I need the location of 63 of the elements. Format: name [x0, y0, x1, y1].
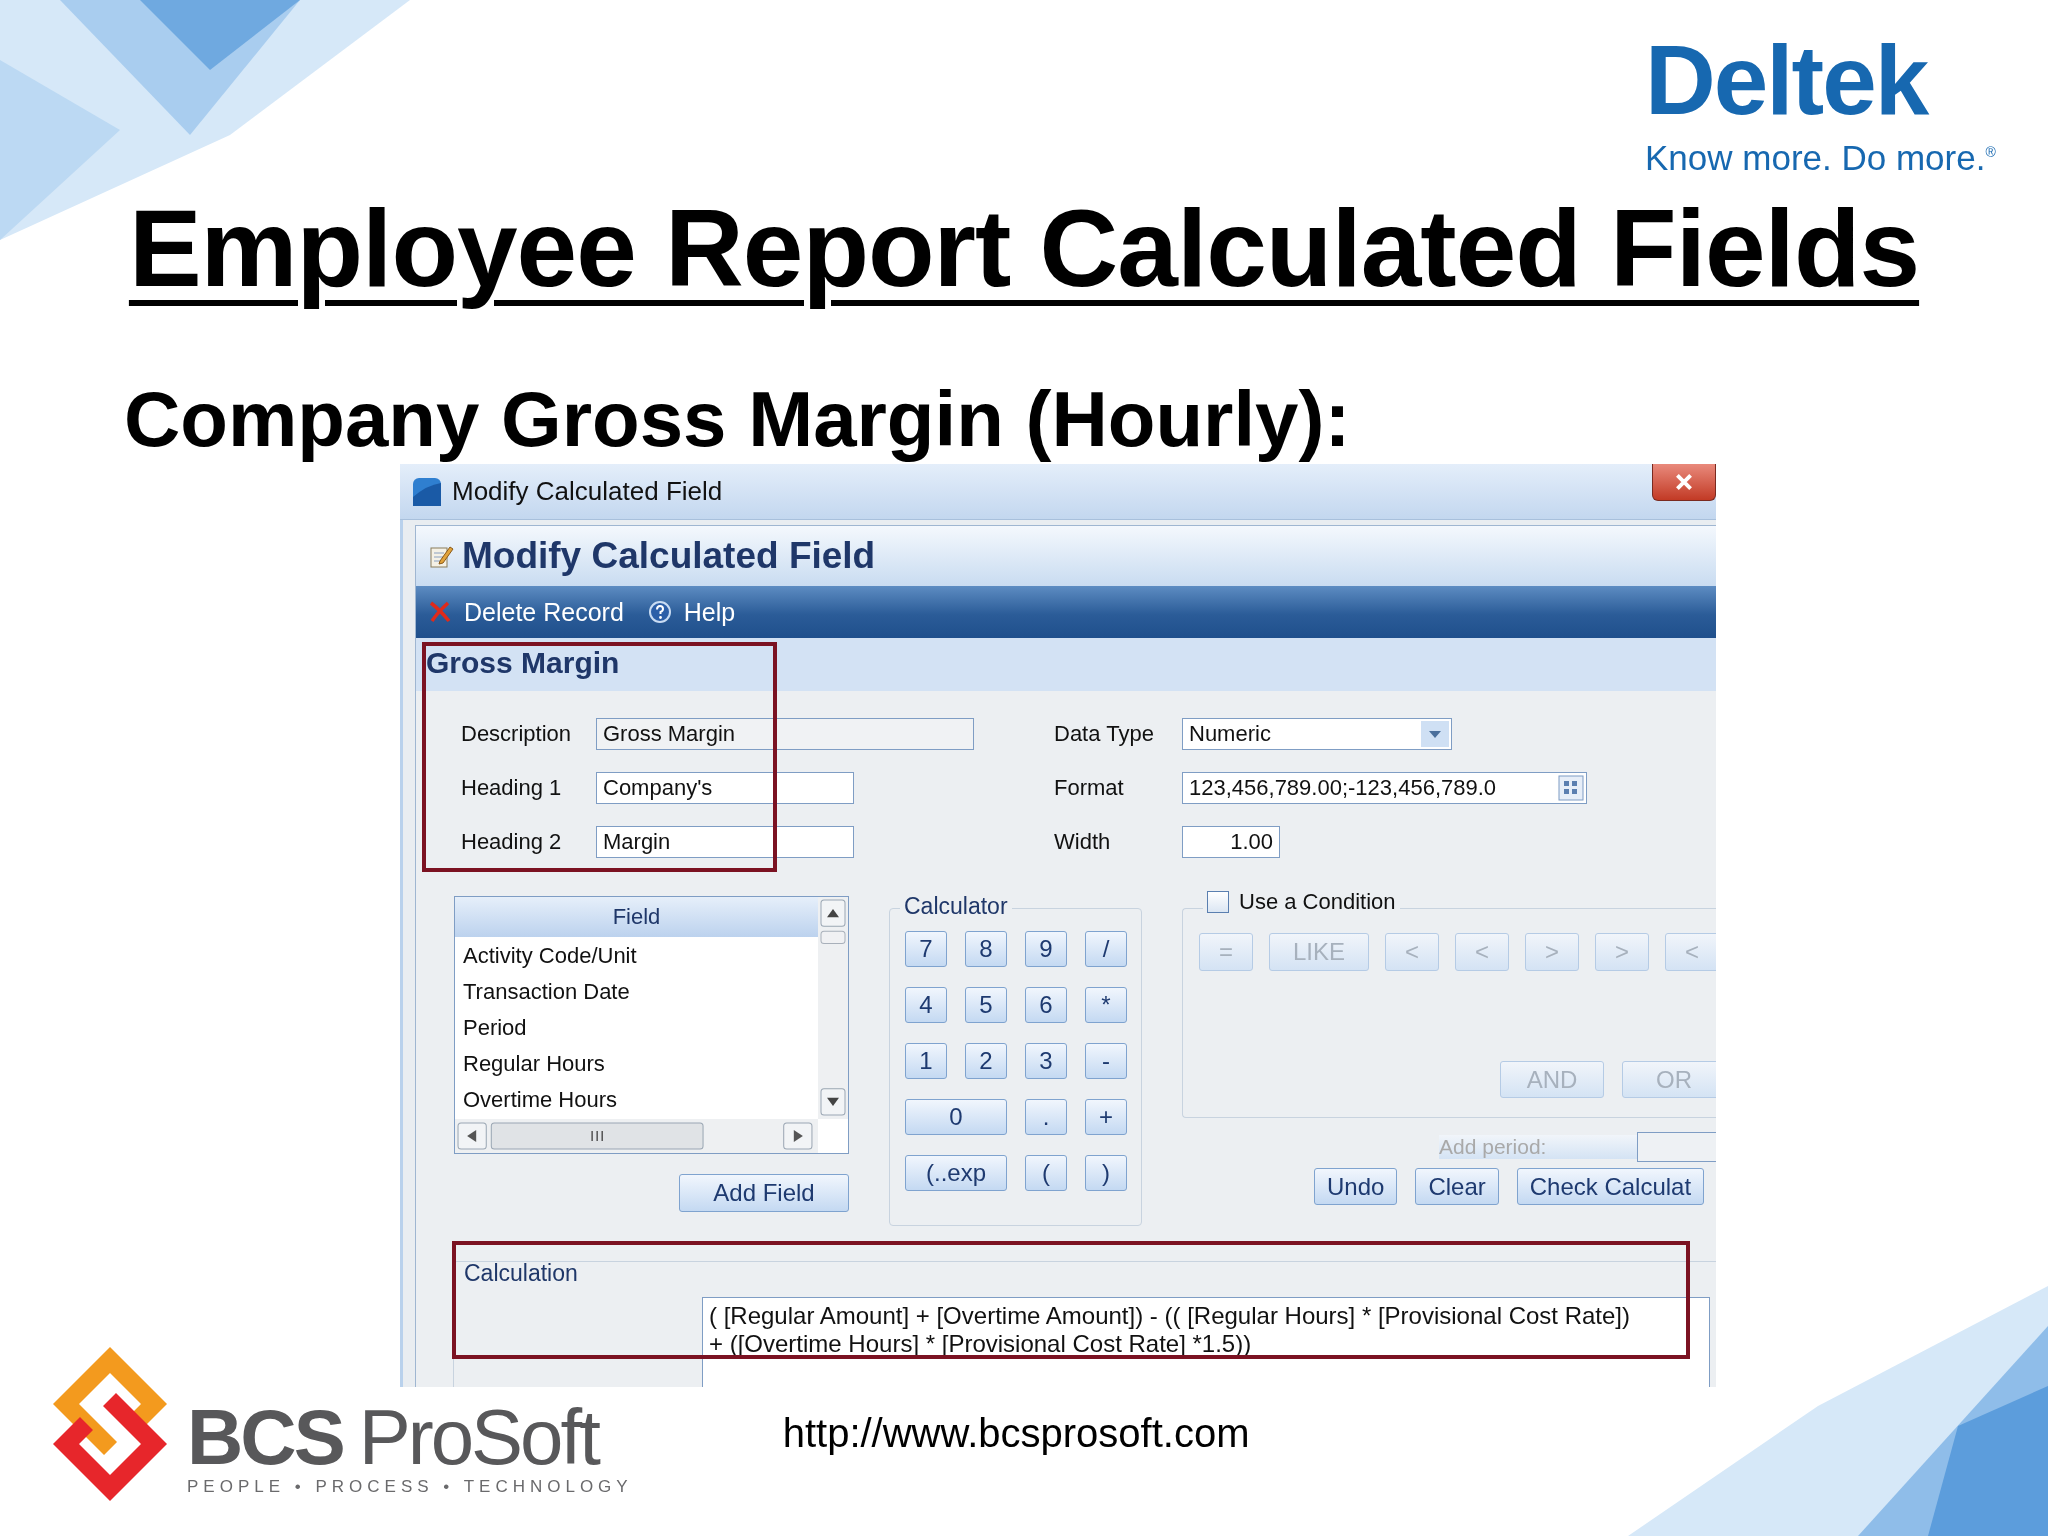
field-label: Heading 1 — [461, 775, 563, 801]
dropdown[interactable]: Numeric — [1182, 718, 1452, 750]
list-item[interactable]: Transaction Date — [463, 975, 818, 1011]
slide-title: Employee Report Calculated Fields — [128, 188, 1920, 308]
calculator-key[interactable]: ) — [1085, 1155, 1127, 1191]
list-item[interactable]: Overtime Hours — [463, 1083, 818, 1119]
slide-subtitle: Company Gross Margin (Hourly): — [124, 379, 1351, 464]
calculator-key[interactable]: 7 — [905, 931, 947, 967]
horizontal-scrollbar[interactable] — [455, 1119, 818, 1153]
calculator-key[interactable]: (..exp — [905, 1155, 1007, 1191]
section-title: Gross Margin — [416, 638, 1716, 691]
calculator-key[interactable]: / — [1085, 931, 1127, 967]
list-item[interactable]: Period — [463, 1011, 818, 1047]
calculator-key[interactable]: 1 — [905, 1043, 947, 1079]
calculator-key[interactable]: 6 — [1025, 987, 1067, 1023]
group-label: Calculation — [463, 1260, 579, 1287]
calculator-key[interactable]: 8 — [965, 931, 1007, 967]
app-icon — [412, 476, 442, 507]
field-label: Format — [1054, 775, 1125, 801]
checkbox[interactable] — [1207, 891, 1229, 913]
list-item[interactable]: Regular Hours — [463, 1047, 818, 1083]
calculator-key[interactable]: . — [1025, 1099, 1067, 1135]
logo-text: ProSoft — [358, 1399, 598, 1475]
toolbar-button[interactable]: Help — [647, 597, 736, 627]
toolbar-button[interactable]: Delete Record — [428, 597, 624, 627]
add-field-button[interactable]: Add Field — [679, 1174, 849, 1212]
calculator-key[interactable]: - — [1085, 1043, 1127, 1079]
field-label: Add period: — [1439, 1135, 1637, 1159]
calculator-key[interactable]: 3 — [1025, 1043, 1067, 1079]
text-field[interactable]: Margin — [596, 826, 854, 858]
logo-text: BCS — [187, 1399, 343, 1475]
vertical-scrollbar[interactable] — [818, 897, 848, 1119]
calculator-key[interactable]: 2 — [965, 1043, 1007, 1079]
window-title: Modify Calculated Field — [452, 476, 723, 507]
field-label: Heading 2 — [461, 829, 563, 855]
column-header[interactable]: Field — [455, 897, 818, 937]
help-icon[interactable] — [647, 600, 672, 624]
number-field[interactable]: 1.00 — [1182, 826, 1280, 858]
panel-title: Modify Calculated Field — [462, 535, 876, 577]
formula-field[interactable]: ( [Regular Amount] + [Overtime Amount]) - (( [Regular Hours] * [Provisional Cost Rate]) + ([Overtime Hours] * [Provisional Cost Rate] *1.5)) — [702, 1297, 1710, 1387]
calculator-key[interactable]: 9 — [1025, 931, 1067, 967]
list-item[interactable]: Activity Code/Unit — [463, 939, 818, 975]
format-field[interactable]: 123,456,789.00;-123,456,789.0 — [1182, 772, 1587, 804]
field-label: Width — [1054, 829, 1112, 855]
text-field[interactable]: Company's — [596, 772, 854, 804]
calculator-key[interactable]: ( — [1025, 1155, 1067, 1191]
field-label: Data Type — [1054, 721, 1155, 747]
grid-icon[interactable] — [1558, 775, 1584, 801]
action-button[interactable]: Undo — [1314, 1168, 1398, 1205]
calculator-key[interactable]: + — [1085, 1099, 1127, 1135]
close-icon[interactable] — [1673, 471, 1695, 493]
website-url: http://www.bcsprosoft.com — [782, 1411, 1250, 1456]
field-label: Description — [461, 721, 573, 747]
logo-tagline: Know more. Do more.$^{®}$ — [1645, 136, 1996, 178]
calculator-key[interactable]: 4 — [905, 987, 947, 1023]
action-button[interactable]: Clear — [1415, 1168, 1499, 1205]
action-button[interactable]: Check Calculat — [1516, 1168, 1705, 1205]
close-button[interactable] — [1652, 464, 1716, 501]
logo-text: Deltek — [1645, 28, 1928, 132]
logo-tagline: PEOPLE • PROCESS • TECHNOLOGY — [187, 1477, 633, 1497]
calculator-key[interactable]: 5 — [965, 987, 1007, 1023]
calculator-key[interactable]: * — [1085, 987, 1127, 1023]
calculator-key[interactable]: 0 — [905, 1099, 1007, 1135]
